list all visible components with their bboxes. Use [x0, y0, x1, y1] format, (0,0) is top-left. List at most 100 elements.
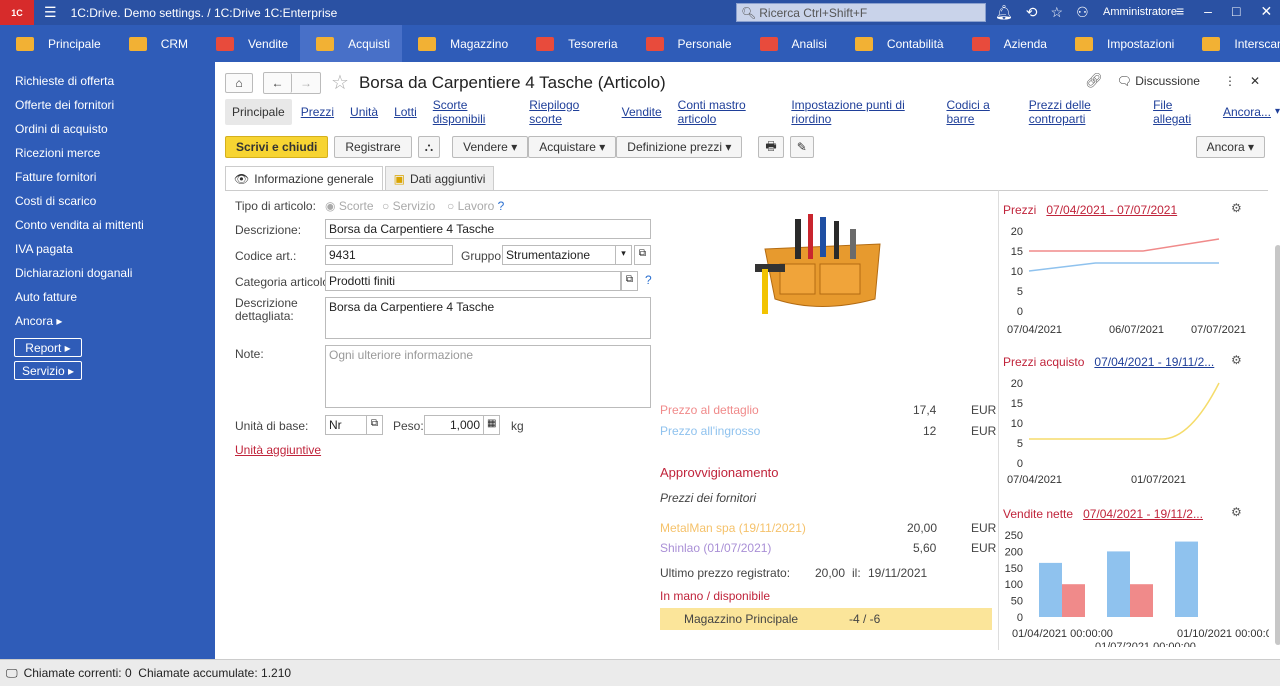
menu-item-0[interactable]: Principale	[0, 25, 113, 62]
link-icon[interactable]: 🔗︎	[1085, 72, 1103, 89]
search-input[interactable]: 🔍︎ Ricerca Ctrl+Shift+F	[736, 3, 986, 22]
calculator-icon[interactable]: ▦	[483, 415, 500, 435]
forward-button[interactable]: →	[292, 72, 320, 93]
sidebar-item[interactable]: Costi di scarico	[0, 190, 215, 214]
back-button[interactable]: ←	[264, 72, 292, 93]
more-button[interactable]: Ancora ▾	[1195, 136, 1265, 158]
supplier-2-value: 5,60	[913, 541, 937, 555]
sidebar-item[interactable]: Fatture fornitori	[0, 166, 215, 190]
sidebar-item[interactable]: Auto fatture	[0, 286, 215, 310]
nav-link[interactable]: Unità	[350, 105, 378, 119]
buy-button[interactable]: Acquistare ▾	[528, 136, 617, 158]
hamburger-icon[interactable]: ☰	[44, 4, 57, 21]
user-icon[interactable]: ⚇	[1076, 4, 1089, 21]
discussion-button[interactable]: 🗨︎ Discussione	[1117, 74, 1200, 88]
tab-general[interactable]: 👁︎ Informazione generale	[225, 166, 383, 190]
sidebar-item[interactable]: Richieste di offerta	[0, 70, 215, 94]
nav-link[interactable]: Prezzi delle controparti	[1029, 98, 1137, 126]
nav-link[interactable]: Codici a barre	[946, 98, 1012, 126]
supplier-1-value: 20,00	[907, 521, 938, 535]
weight-field[interactable]: 1,000	[424, 415, 484, 435]
group-dropdown-icon[interactable]: ▾	[615, 245, 632, 265]
menu-item-2[interactable]: Vendite	[200, 25, 300, 62]
user-name[interactable]: Amministratore	[1103, 6, 1177, 18]
supplier-1-currency: EUR	[971, 521, 997, 535]
type-lavoro-radio[interactable]: ○ Lavoro ?	[447, 199, 504, 213]
desc-field[interactable]: Borsa da Carpentiere 4 Tasche	[325, 219, 651, 239]
category-field[interactable]: Prodotti finiti	[325, 271, 621, 291]
menu-item-8[interactable]: Contabilità	[839, 25, 956, 62]
category-open-icon[interactable]: ⧉	[621, 271, 638, 291]
menu-item-3[interactable]: Acquisti	[300, 25, 403, 62]
nav-link[interactable]: Lotti	[394, 105, 417, 119]
type-servizio-radio[interactable]: ○ Servizio	[382, 199, 435, 213]
detail-field[interactable]: Borsa da Carpentiere 4 Tasche	[325, 297, 651, 339]
menu-item-6[interactable]: Personale	[630, 25, 744, 62]
menu-icon	[536, 36, 555, 51]
nav-link[interactable]: Ancora...	[1223, 105, 1271, 119]
sidebar-item[interactable]: Offerte dei fornitori	[0, 94, 215, 118]
x-tick-label: 01/07/2021	[1131, 474, 1186, 485]
service-button[interactable]: Servizio ▸	[14, 361, 82, 380]
bell-icon[interactable]: 🔔︎	[995, 4, 1013, 21]
report-button[interactable]: Report ▸	[14, 338, 82, 357]
minimize-icon[interactable]: –	[1204, 3, 1212, 20]
menu-item-5[interactable]: Tesoreria	[520, 25, 629, 62]
chart-2-range[interactable]: 07/04/2021 - 19/11/2...	[1094, 355, 1214, 369]
star-icon[interactable]: ☆	[1051, 4, 1064, 21]
print-button[interactable]: 🖶︎	[758, 136, 784, 158]
menu-item-11[interactable]: Interscambio	[1186, 25, 1280, 62]
type-scorte-radio[interactable]: ◉ Scorte	[325, 199, 374, 213]
group-field[interactable]: Strumentazione	[502, 245, 632, 265]
nav-link[interactable]: Prezzi	[301, 105, 334, 119]
pricing-button[interactable]: Definizione prezzi ▾	[616, 136, 743, 158]
maximize-icon[interactable]: □	[1232, 3, 1240, 20]
close-form-icon[interactable]: ✕	[1250, 74, 1260, 88]
menu-item-9[interactable]: Azienda	[956, 25, 1059, 62]
nav-link[interactable]: Riepilogo scorte	[529, 98, 605, 126]
sidebar-item[interactable]: Dichiarazioni doganali	[0, 262, 215, 286]
sidebar-item[interactable]: IVA pagata	[0, 238, 215, 262]
help-icon[interactable]: ?	[645, 273, 652, 287]
sidebar-item[interactable]: Ordini di acquisto	[0, 118, 215, 142]
notes-field[interactable]: Ogni ulteriore informazione	[325, 345, 651, 408]
menu-item-7[interactable]: Analisi	[744, 25, 839, 62]
history-icon[interactable]: ⟲	[1026, 4, 1038, 21]
sell-button[interactable]: Vendere ▾	[452, 136, 529, 158]
scrollbar[interactable]	[1275, 245, 1280, 645]
register-button[interactable]: Registrare	[334, 136, 412, 158]
sidebar-item[interactable]: Ricezioni merce	[0, 142, 215, 166]
menu-item-4[interactable]: Magazzino	[402, 25, 520, 62]
sidebar-more[interactable]: Ancora ▸	[0, 310, 215, 334]
nav-link[interactable]: Scorte disponibili	[433, 98, 514, 126]
edit-button[interactable]: ✎	[789, 136, 814, 158]
close-icon[interactable]: ✕	[1260, 3, 1272, 20]
nav-link[interactable]: Vendite	[622, 105, 662, 119]
structure-button[interactable]: ⛬	[417, 136, 441, 158]
menu-item-10[interactable]: Impostazioni	[1059, 25, 1186, 62]
more-vert-icon[interactable]: ⋮	[1224, 74, 1236, 88]
favorite-star-icon[interactable]: ☆	[331, 70, 349, 95]
save-close-button[interactable]: Scrivi e chiudi	[225, 136, 329, 158]
extra-units-link[interactable]: Unità aggiuntive	[235, 443, 321, 457]
nav-link[interactable]: Impostazione punti di riordino	[791, 98, 930, 126]
group-open-icon[interactable]: ⧉	[634, 245, 651, 265]
nav-link[interactable]: Principale	[225, 98, 292, 125]
chart-3-range[interactable]: 07/04/2021 - 19/11/2...	[1083, 507, 1203, 521]
sidebar-item[interactable]: Conto vendita ai mittenti	[0, 214, 215, 238]
nav-link[interactable]: File allegati	[1153, 98, 1207, 126]
unit-open-icon[interactable]: ⧉	[366, 415, 383, 435]
settings-menu-icon[interactable]: ≡	[1176, 3, 1184, 20]
dropdown-arrow-icon[interactable]: ▾	[1275, 106, 1280, 117]
tab-additional[interactable]: ▣ Dati aggiuntivi	[384, 166, 495, 190]
code-field[interactable]: 9431	[325, 245, 453, 265]
home-button[interactable]: ⌂	[225, 72, 253, 93]
unit-field[interactable]: Nr	[325, 415, 367, 435]
chart-2-gear-icon[interactable]: ⚙	[1231, 353, 1242, 367]
chart-1-range[interactable]: 07/04/2021 - 07/07/2021	[1046, 203, 1177, 217]
menu-item-1[interactable]: CRM	[113, 25, 200, 62]
nav-link[interactable]: Conti mastro articolo	[678, 98, 776, 126]
chart-3-gear-icon[interactable]: ⚙	[1231, 505, 1242, 519]
chart-1-gear-icon[interactable]: ⚙	[1231, 201, 1242, 215]
main-form: ⌂ ← → ☆ Borsa da Carpentiere 4 Tasche (A…	[215, 62, 1280, 659]
